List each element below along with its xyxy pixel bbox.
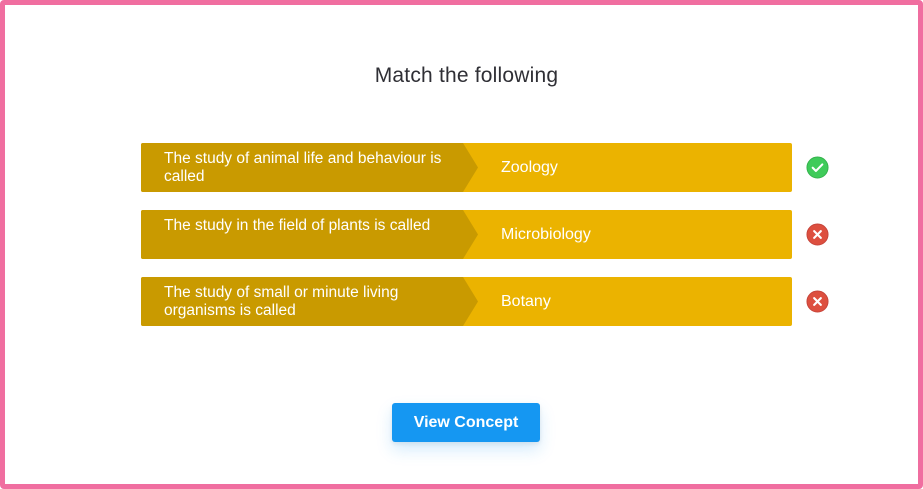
match-list: The study of animal life and behaviour i…	[141, 143, 829, 344]
answer-text: Zoology	[501, 159, 558, 176]
close-icon	[806, 290, 829, 313]
match-row: The study of small or minute living orga…	[141, 277, 829, 326]
close-icon	[806, 223, 829, 246]
quiz-card: Match the following The study of animal …	[0, 0, 923, 489]
answer-text: Microbiology	[501, 226, 591, 243]
question-text: The study in the field of plants is call…	[164, 217, 431, 234]
view-concept-button[interactable]: View Concept	[392, 403, 540, 442]
match-row: The study in the field of plants is call…	[141, 210, 829, 259]
question-text: The study of small or minute living orga…	[164, 284, 399, 319]
match-row: The study of animal life and behaviour i…	[141, 143, 829, 192]
question-text: The study of animal life and behaviour i…	[164, 150, 442, 185]
answer-text: Botany	[501, 293, 551, 310]
check-icon	[806, 156, 829, 179]
page-title: Match the following	[374, 64, 559, 87]
